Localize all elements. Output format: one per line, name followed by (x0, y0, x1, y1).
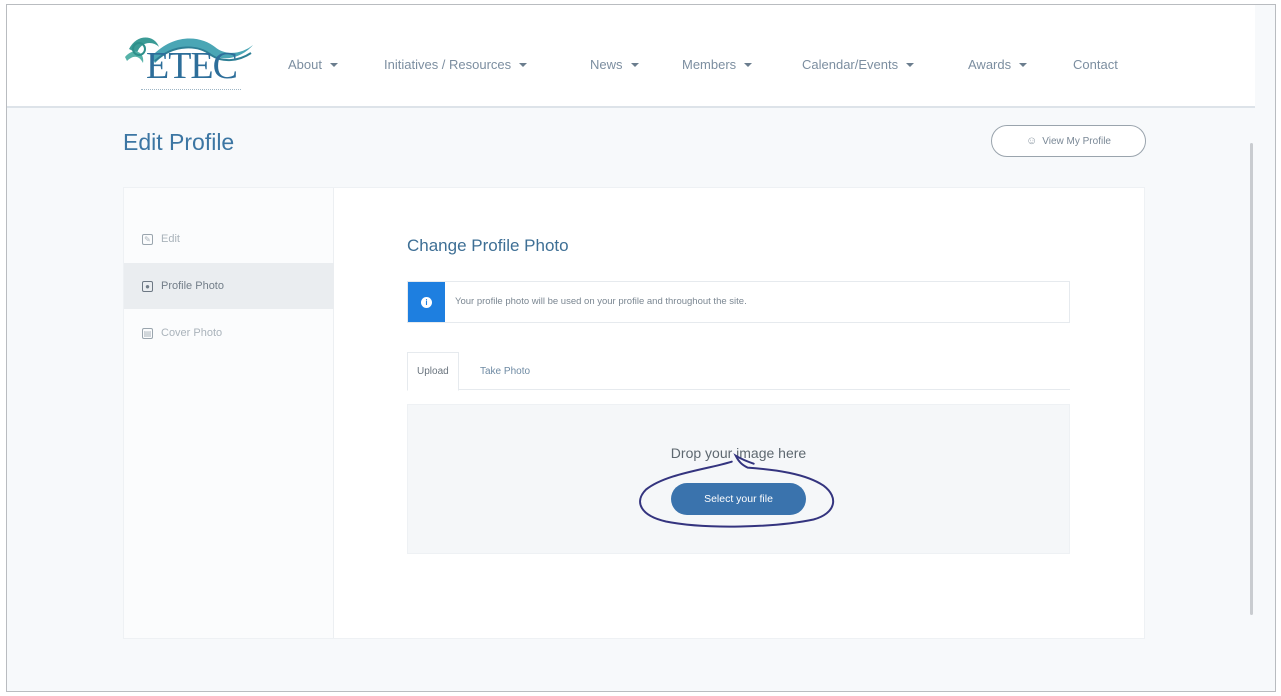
nav-label: Members (682, 57, 737, 72)
nav-calendar-events[interactable]: Calendar/Events (802, 57, 915, 72)
nav-label: Contact (1073, 57, 1118, 72)
edit-icon: ✎ (142, 233, 153, 245)
caret-down-icon (906, 63, 915, 67)
view-my-profile-label: View My Profile (1042, 135, 1111, 147)
nav-label: Initiatives / Resources (384, 57, 512, 72)
profile-sidebar: ✎ Edit ● Profile Photo ▤ Cover Photo (124, 188, 334, 638)
tab-label: Upload (417, 366, 449, 377)
sidebar-item-cover-photo[interactable]: ▤ Cover Photo (124, 310, 334, 356)
info-notice: i Your profile photo will be used on you… (407, 281, 1070, 323)
sidebar-item-edit[interactable]: ✎ Edit (124, 216, 334, 262)
info-icon-block: i (408, 282, 445, 322)
caret-down-icon (329, 63, 338, 67)
user-icon: ☺ (1026, 135, 1038, 147)
info-icon: i (421, 296, 432, 308)
nav-label: About (288, 57, 322, 72)
scrollbar[interactable] (1250, 143, 1253, 615)
cover-photo-icon: ▤ (142, 327, 153, 339)
nav-awards[interactable]: Awards (968, 57, 1028, 72)
caret-down-icon (1019, 63, 1028, 67)
nav-about[interactable]: About (288, 57, 338, 72)
nav-news[interactable]: News (590, 57, 639, 72)
sidebar-item-label: Profile Photo (161, 280, 224, 292)
nav-contact[interactable]: Contact (1073, 57, 1118, 72)
site-header: ETEC About Initiatives / Resources News … (7, 5, 1255, 108)
select-file-button[interactable]: Select your file (671, 483, 806, 515)
tab-upload[interactable]: Upload (407, 352, 459, 391)
caret-down-icon (630, 63, 639, 67)
logo-text: ETEC (146, 45, 238, 87)
tab-take-photo[interactable]: Take Photo (471, 352, 539, 390)
caret-down-icon (519, 63, 528, 67)
view-my-profile-button[interactable]: ☺ View My Profile (991, 125, 1146, 157)
browser-viewport: ETEC About Initiatives / Resources News … (6, 4, 1276, 692)
nav-initiatives-resources[interactable]: Initiatives / Resources (384, 57, 528, 72)
logo-tagline-line (141, 89, 241, 93)
nav-members[interactable]: Members (682, 57, 753, 72)
section-title: Change Profile Photo (407, 236, 569, 255)
photo-tabs: Upload Take Photo (407, 352, 1070, 391)
profile-photo-icon: ● (142, 280, 153, 292)
sidebar-item-label: Edit (161, 233, 180, 245)
nav-label: Awards (968, 57, 1012, 72)
tab-label: Take Photo (480, 365, 531, 377)
caret-down-icon (744, 63, 753, 67)
profile-editor-card: ✎ Edit ● Profile Photo ▤ Cover Photo Cha… (123, 187, 1145, 639)
notice-text: Your profile photo will be used on your … (455, 296, 747, 307)
nav-label: Calendar/Events (802, 57, 899, 72)
sidebar-item-label: Cover Photo (161, 327, 223, 339)
image-dropzone[interactable]: Drop your image here Select your file (407, 404, 1070, 554)
nav-label: News (590, 57, 623, 72)
sidebar-item-profile-photo[interactable]: ● Profile Photo (124, 263, 334, 309)
dropzone-text: Drop your image here (670, 445, 807, 461)
page-title: Edit Profile (123, 129, 235, 155)
